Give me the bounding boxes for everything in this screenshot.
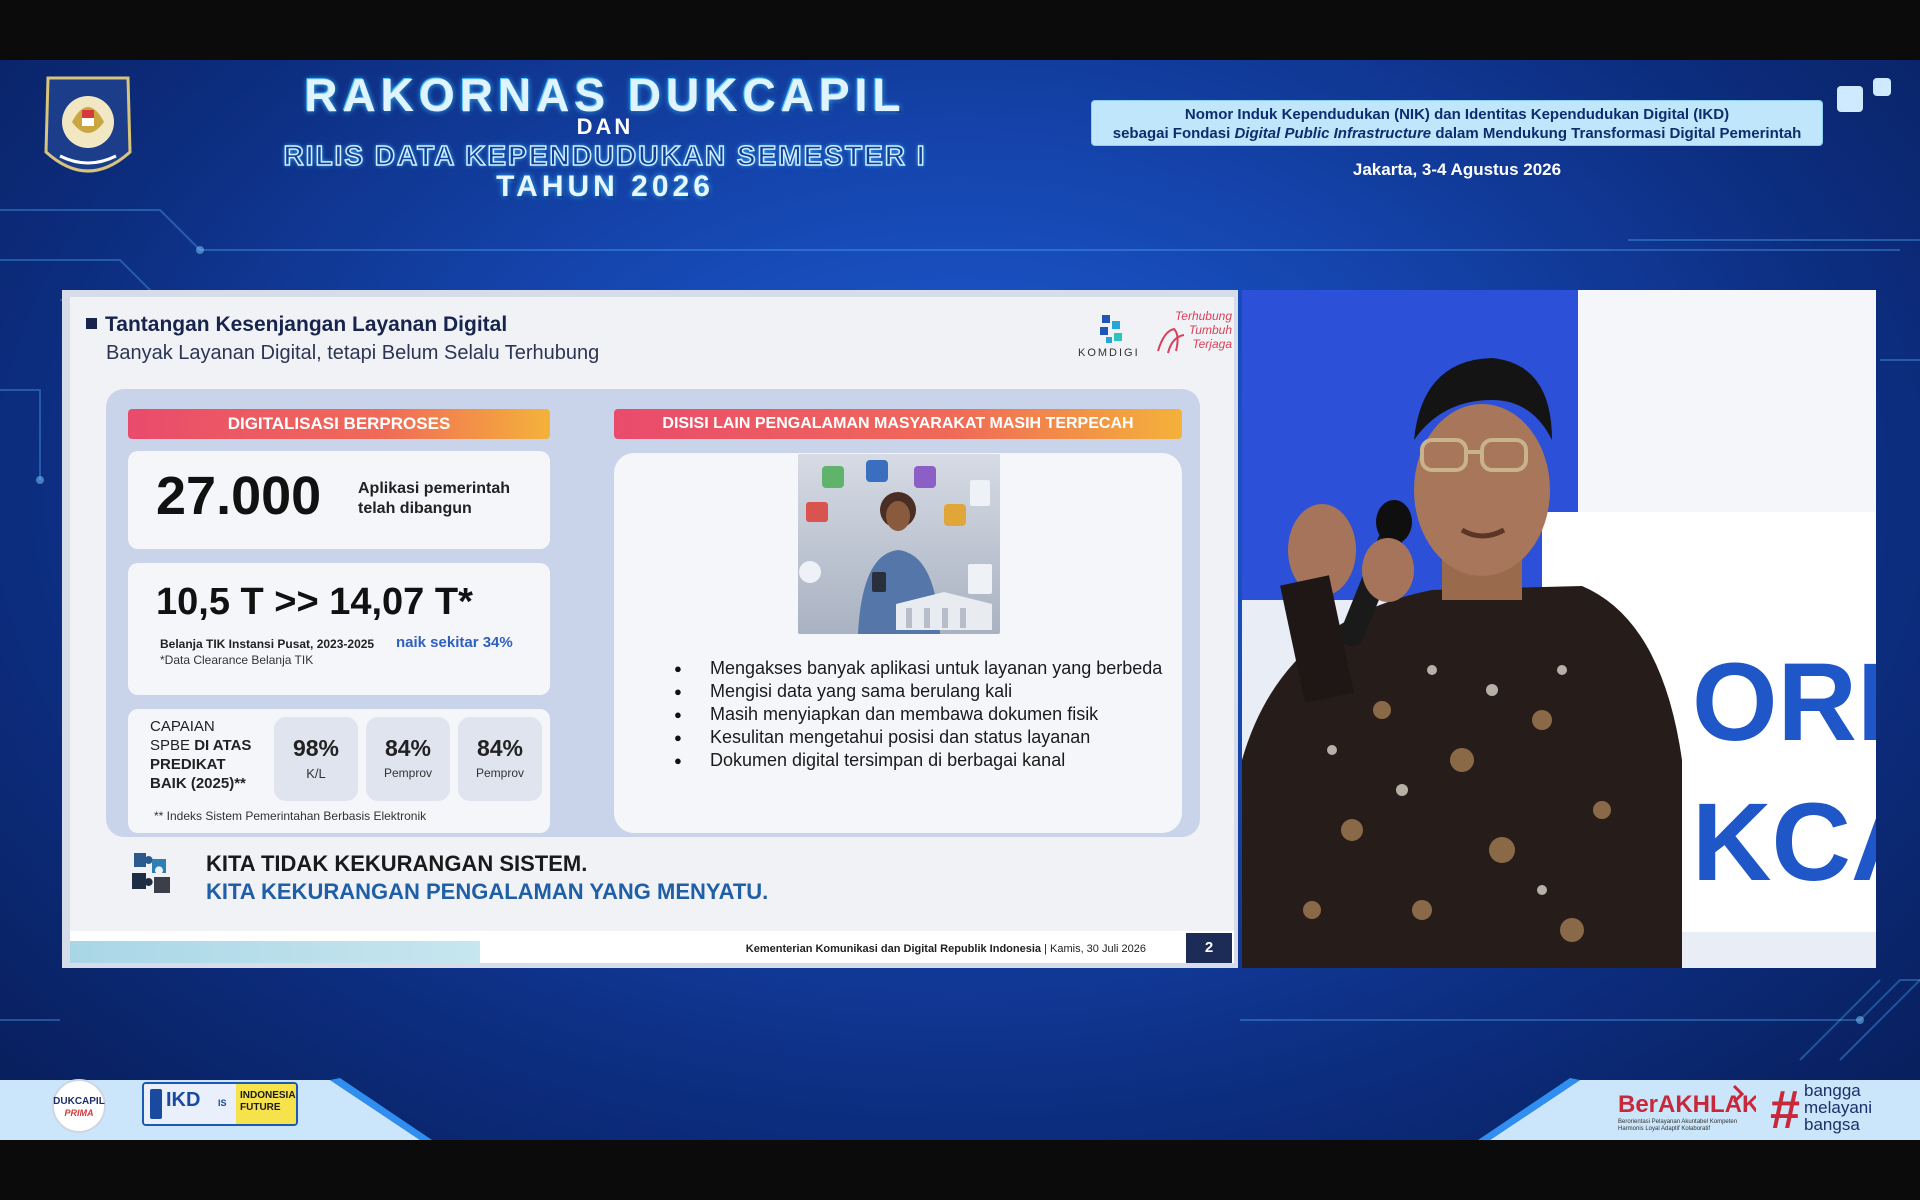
slide-subtitle: Banyak Layanan Digital, tetapi Belum Sel… bbox=[106, 342, 600, 364]
komdigi-label: KOMDIGI bbox=[1078, 347, 1140, 359]
list-item: Mengisi data yang sama berulang kali bbox=[674, 680, 1174, 703]
ikd-logo-is: IS bbox=[218, 1098, 227, 1108]
event-title-line2: RILIS DATA KEPENDUDUKAN SEMESTER I bbox=[283, 139, 927, 172]
conclusion-line1: KITA TIDAK KEKURANGAN SISTEM. bbox=[206, 851, 588, 876]
svg-text:#: # bbox=[1770, 1080, 1800, 1138]
spending-increase: naik sekitar 34% bbox=[396, 634, 513, 651]
left-section-header: DIGITALISASI BERPROSES bbox=[128, 409, 550, 439]
title-bullet-icon bbox=[86, 318, 97, 329]
spending-note: *Data Clearance Belanja TIK bbox=[160, 653, 314, 667]
svg-text:Harmonis Loyal Adaptif Kolabor: Harmonis Loyal Adaptif Kolaboratif bbox=[1618, 1126, 1710, 1132]
speaker-video-frame: ORI KCA bbox=[1242, 290, 1876, 968]
puzzle-pieces-icon bbox=[132, 853, 170, 893]
decor-square-small-icon bbox=[1873, 78, 1891, 96]
spbe-stat-pemprov-2: 84% Pemprov bbox=[458, 717, 542, 801]
svg-text:Berorientasi Pelayanan Akuntab: Berorientasi Pelayanan Akuntabel Kompete… bbox=[1618, 1119, 1737, 1125]
ikd-logo-text: IKD bbox=[166, 1089, 201, 1111]
theme-line1: Nomor Induk Kependudukan (NIK) dan Ident… bbox=[1184, 106, 1730, 123]
apps-description: Aplikasi pemerintah telah dibangun bbox=[358, 480, 511, 517]
svg-text:PRIMA: PRIMA bbox=[65, 1108, 94, 1118]
citizen-services-illustration-icon bbox=[798, 454, 1000, 634]
list-item: Dokumen digital tersimpan di berbagai ka… bbox=[674, 749, 1174, 772]
ikd-logo: IKD IS INDONESIA'S FUTURE bbox=[142, 1082, 298, 1126]
dukcapil-prima-logo-icon: DUKCAPIL PRIMA bbox=[52, 1079, 106, 1133]
spbe-label: CAPAIAN SPBE DI ATAS PREDIKAT BAIK (2025… bbox=[150, 718, 252, 792]
footer-text: Kementerian Komunikasi dan Digital Repub… bbox=[745, 943, 1146, 955]
speaker-video: ORI KCA bbox=[1242, 290, 1876, 968]
slide-title: Tantangan Kesenjangan Layanan Digital bbox=[86, 313, 507, 337]
decor-square-icon bbox=[1837, 86, 1863, 112]
event-date: Jakarta, 3-4 Agustus 2026 bbox=[1352, 160, 1562, 179]
svg-text:bangsa: bangsa bbox=[1804, 1115, 1860, 1134]
svg-text:BerAKHLAK: BerAKHLAK bbox=[1618, 1091, 1756, 1118]
broadcast-stage: RAKORNAS DUKCAPIL DAN RILIS DATA KEPENDU… bbox=[0, 60, 1920, 1140]
event-title-dan: DAN bbox=[576, 114, 634, 139]
spbe-stat-kl: 98% K/L bbox=[274, 717, 358, 801]
backdrop-text-1: ORI bbox=[1692, 641, 1876, 764]
spbe-footnote: ** Indeks Sistem Pemerintahan Berbasis E… bbox=[154, 809, 427, 823]
letterbox-top bbox=[0, 0, 1920, 60]
bangga-melayani-bangsa-logo-icon: # bangga melayani bangsa bbox=[1770, 1080, 1872, 1138]
ministry-emblem-icon bbox=[44, 76, 132, 173]
letterbox-bottom bbox=[0, 1140, 1920, 1200]
list-item: Masih menyiapkan dan membawa dokumen fis… bbox=[674, 703, 1174, 726]
event-theme-box: Nomor Induk Kependudukan (NIK) dan Ident… bbox=[1091, 100, 1823, 146]
spbe-stat-pemprov-1: 84% Pemprov bbox=[366, 717, 450, 801]
right-section-header: DISISI LAIN PENGALAMAN MASYARAKAT MASIH … bbox=[614, 409, 1182, 439]
ikd-future-text: INDONESIA'S FUTURE bbox=[240, 1090, 298, 1113]
theme-line2: sebagai Fondasi Digital Public Infrastru… bbox=[1112, 125, 1802, 142]
spending-value: 10,5 T >> 14,07 T* bbox=[156, 581, 473, 623]
conclusion-line2: KITA KEKURANGAN PENGALAMAN YANG MENYATU. bbox=[206, 879, 769, 904]
backdrop-text-2: KCA bbox=[1692, 781, 1876, 904]
spending-label: Belanja TIK Instansi Pusat, 2023-2025 bbox=[160, 637, 375, 651]
list-item: Mengakses banyak aplikasi untuk layanan … bbox=[674, 657, 1174, 680]
footer-strip bbox=[70, 941, 480, 963]
experience-list: Mengakses banyak aplikasi untuk layanan … bbox=[674, 657, 1174, 772]
event-title-line3: TAHUN 2026 bbox=[496, 170, 714, 203]
svg-text:DUKCAPIL: DUKCAPIL bbox=[53, 1096, 105, 1107]
presentation-slide: Tantangan Kesenjangan Layanan Digital Ba… bbox=[70, 297, 1234, 963]
berakhlak-logo-icon: BerAKHLAK Berorientasi Pelayanan Akuntab… bbox=[1618, 1084, 1756, 1132]
page-number: 2 bbox=[1186, 933, 1232, 963]
ikd-phone-icon bbox=[150, 1089, 162, 1119]
list-item: Kesulitan mengetahui posisi dan status l… bbox=[674, 726, 1174, 749]
apps-count: 27.000 bbox=[156, 466, 322, 526]
tagline-text: Terhubung Tumbuh Terjaga bbox=[1175, 309, 1232, 351]
